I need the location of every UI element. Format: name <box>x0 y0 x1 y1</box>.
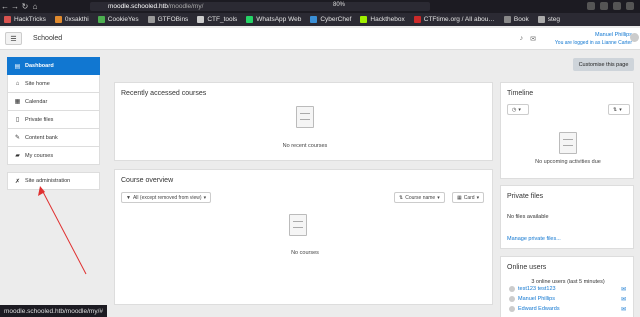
status-bar-url: moodle.schooled.htb/moodle/my/# <box>0 305 108 317</box>
arrow-shaft <box>41 189 87 275</box>
annotation-arrow <box>38 186 87 275</box>
